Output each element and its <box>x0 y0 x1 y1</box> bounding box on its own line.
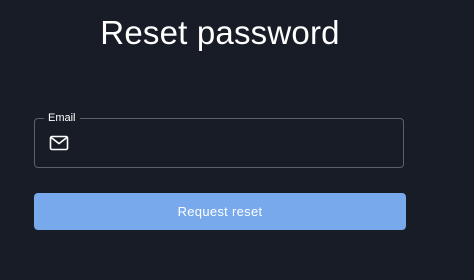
mail-icon <box>49 135 69 151</box>
request-reset-button[interactable]: Request reset <box>34 193 406 230</box>
email-field-label: Email <box>44 111 80 125</box>
page-title: Reset password <box>100 14 340 51</box>
email-input[interactable] <box>83 129 397 159</box>
reset-password-page: Reset password Email Request reset <box>0 0 474 280</box>
email-field[interactable]: Email <box>34 111 404 168</box>
